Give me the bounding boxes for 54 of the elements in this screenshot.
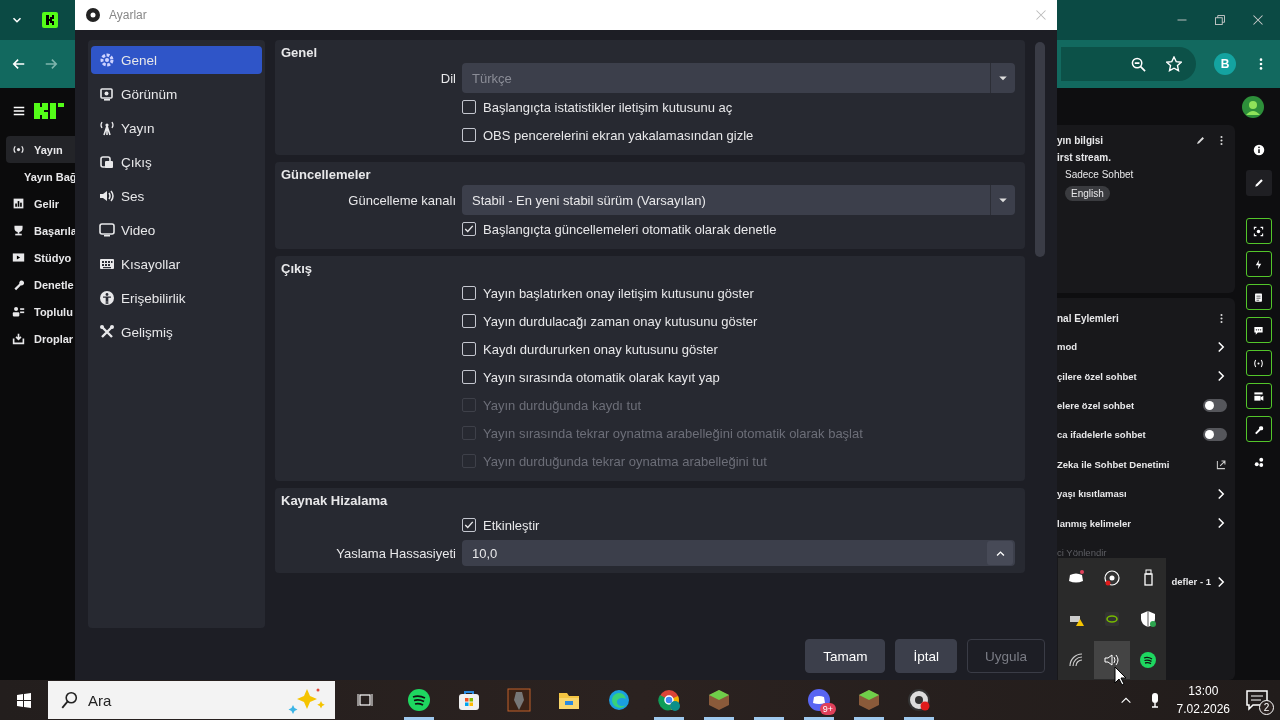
section-title: Kaynak Hizalama xyxy=(281,493,389,510)
action-label[interactable]: defler - 1 xyxy=(1171,576,1211,588)
checkbox-label[interactable]: Başlangıçta istatistikler iletişim kutusunu aç xyxy=(483,99,733,115)
card-title: yın bilgisi xyxy=(1057,135,1105,146)
window-title: Ayarlar xyxy=(109,8,148,22)
card-title: nal Eylemleri xyxy=(1057,312,1120,324)
checkbox-label[interactable]: Yayın durdulacağı zaman onay kutusunu göster xyxy=(483,313,758,329)
checkbox-label[interactable]: Kaydı durdururken onay kutusunu göster xyxy=(483,341,718,357)
section-title: Genel xyxy=(281,45,319,62)
language-tag: English xyxy=(1065,186,1110,201)
nav-item[interactable]: Görünüm xyxy=(91,80,262,108)
action-label[interactable]: Zeka ile Sohbet Denetimi xyxy=(1057,458,1170,470)
section-title: Çıkış xyxy=(281,261,314,278)
sidebar-item[interactable]: Denetle xyxy=(0,271,75,298)
search-field[interactable]: Ara xyxy=(48,681,335,719)
field-label: Güncelleme kanalı xyxy=(347,192,456,208)
notification-count: 2 xyxy=(1259,700,1274,715)
checkbox-label[interactable]: Başlangıçta güncellemeleri otomatik olarak denetle xyxy=(483,221,777,237)
taskbar-app[interactable]: 9+ xyxy=(794,680,844,720)
sidebar-item[interactable]: Gelir xyxy=(0,190,75,217)
action-label[interactable]: elere özel sohbet xyxy=(1057,399,1135,411)
checkbox-label[interactable]: Etkinleştir xyxy=(483,517,540,533)
chat-mode: Sadece Sohbet xyxy=(1065,169,1135,180)
sidebar-item[interactable]: Toplulu xyxy=(0,298,75,325)
action-label[interactable]: çilere özel sohbet xyxy=(1057,370,1137,382)
nav-item[interactable]: Çıkış xyxy=(91,148,262,176)
nav-item[interactable]: Gelişmiş xyxy=(91,318,262,346)
field-label: Dil xyxy=(439,70,456,86)
field-label: Yaslama Hassasiyeti xyxy=(335,545,456,561)
sidebar-item[interactable]: Droplar xyxy=(0,325,75,352)
sidebar-item[interactable]: Stüdyo xyxy=(0,244,75,271)
stream-title: irst stream. xyxy=(1057,152,1112,163)
sidebar-item[interactable]: Yayın xyxy=(6,136,75,163)
action-label[interactable]: lanmış kelimeler xyxy=(1057,517,1131,529)
nav-item[interactable]: Yayın xyxy=(91,114,262,142)
action-label[interactable]: ca ifadelerle sohbet xyxy=(1057,429,1146,441)
nav-item[interactable]: Genel xyxy=(91,46,262,74)
nav-item[interactable]: Erişebilirlik xyxy=(91,284,262,312)
clock[interactable]: 13:00 7.02.2026 xyxy=(1176,682,1230,718)
number-field[interactable]: 10,0 xyxy=(462,540,1015,566)
checkbox-label[interactable]: Yayın sırasında otomatik olarak kayıt yap xyxy=(483,369,720,385)
dialog-button[interactable]: İptal xyxy=(895,639,957,673)
section-title: Güncellemeler xyxy=(281,167,372,184)
checkbox-label[interactable]: Yayın başlatırken onay iletişim kutusunu göster xyxy=(483,285,754,301)
dropdown[interactable]: Stabil - En yeni stabil sürüm (Varsayılan) xyxy=(462,185,1015,215)
action-label[interactable]: yaşı kısıtlaması xyxy=(1057,488,1127,500)
sidebar-item[interactable]: Başarıla xyxy=(0,217,75,244)
dialog-button[interactable]: Tamam xyxy=(805,639,886,673)
count-badge: 9+ xyxy=(819,703,836,715)
checkbox-label[interactable]: OBS pencerelerini ekran yakalamasından gizle xyxy=(483,127,754,143)
nav-item[interactable]: Kısayollar xyxy=(91,250,262,278)
nav-item[interactable]: Ses xyxy=(91,182,262,210)
nav-item[interactable]: Video xyxy=(91,216,262,244)
action-label[interactable]: mod xyxy=(1057,341,1078,353)
